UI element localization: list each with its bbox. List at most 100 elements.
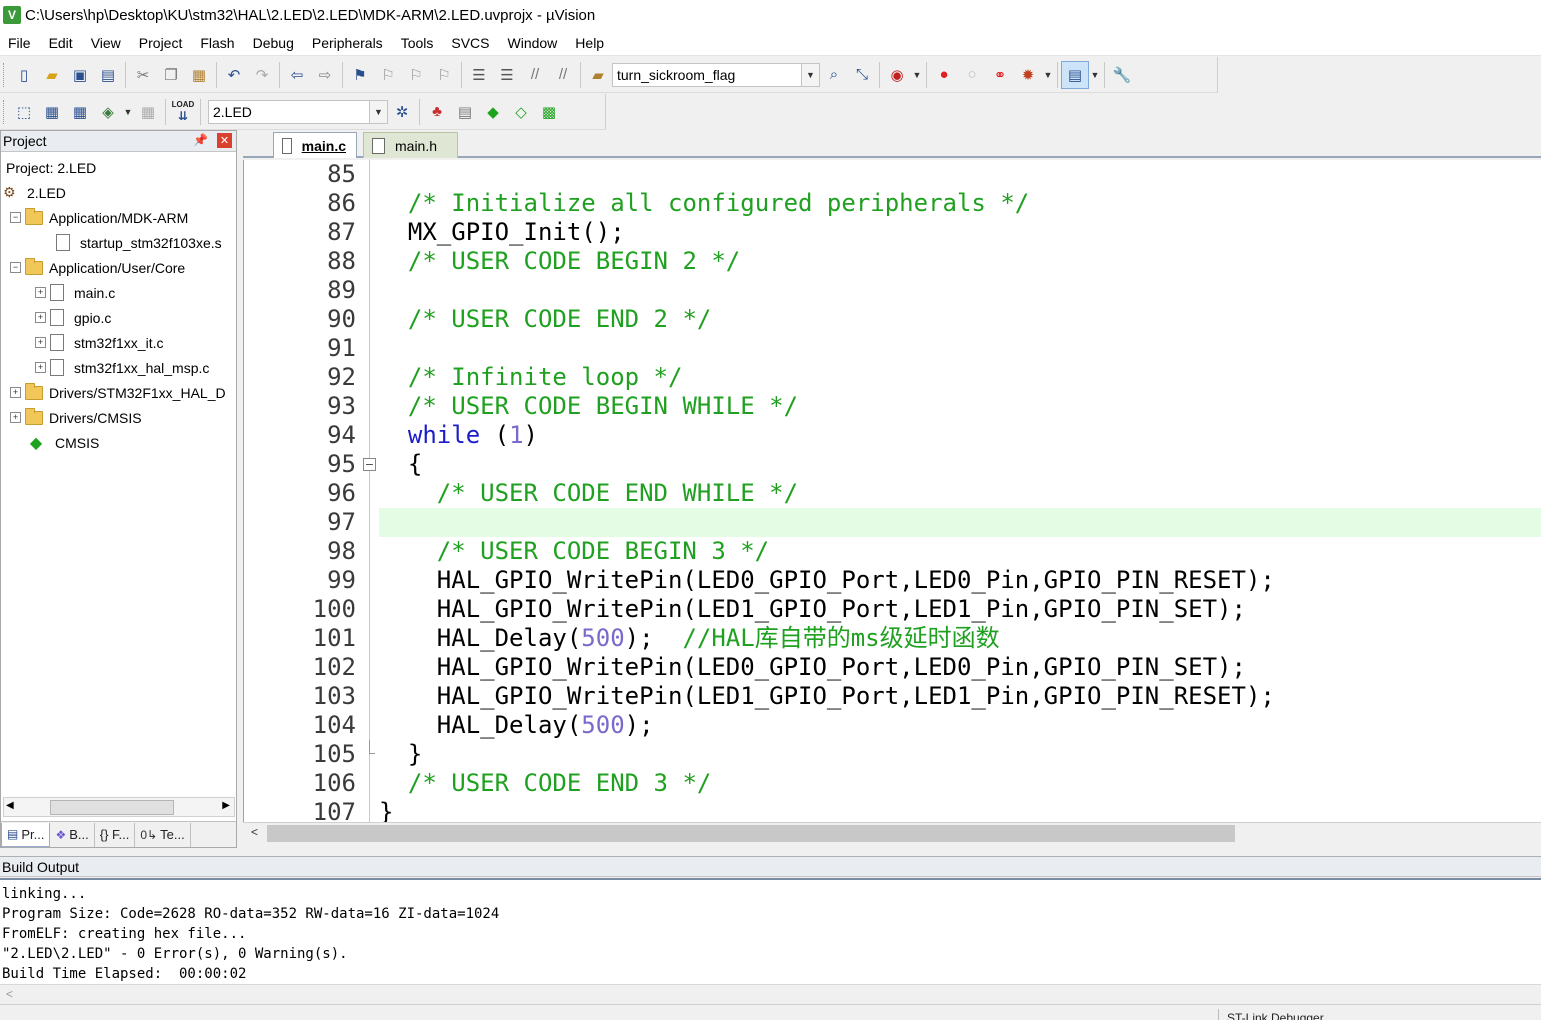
collapse-icon[interactable]: − (10, 212, 21, 223)
tree-item-component[interactable]: ◆ CMSIS (27, 430, 100, 455)
bookmark-icon[interactable]: ⚑ (346, 61, 374, 89)
menu-help[interactable]: Help (566, 35, 613, 51)
code-line[interactable]: 102 HAL_GPIO_WritePin(LED0_GPIO_Port,LED… (244, 653, 1541, 682)
tab-templates[interactable]: 0↳ Te... (135, 822, 191, 847)
tree-item-group[interactable]: − Application/MDK-ARM (10, 205, 188, 230)
tree-item-file[interactable]: startup_stm32f103xe.s (56, 230, 222, 255)
navigate-back-icon[interactable]: ⇦ (283, 61, 311, 89)
breakpoint-icon[interactable]: ● (930, 61, 958, 89)
code-line[interactable]: 99 HAL_GPIO_WritePin(LED0_GPIO_Port,LED0… (244, 566, 1541, 595)
code-line[interactable]: 105 } (244, 740, 1541, 769)
code-line[interactable]: 107} (244, 798, 1541, 822)
tab-functions[interactable]: {} F... (95, 822, 136, 847)
editor-horizontal-scrollbar[interactable]: < (243, 822, 1541, 844)
menu-tools[interactable]: Tools (392, 35, 443, 51)
prev-bookmark-icon[interactable]: ⚐ (374, 61, 402, 89)
project-horizontal-scrollbar[interactable]: ◀ ▶ (3, 797, 235, 817)
translate-icon[interactable]: ⬚ (10, 98, 38, 126)
scroll-left-icon[interactable]: < (251, 825, 258, 839)
toolbar-grip[interactable] (3, 99, 6, 124)
code-line[interactable]: 87 MX_GPIO_Init(); (244, 218, 1541, 247)
code-line[interactable]: 89 (244, 276, 1541, 305)
batch-build-icon[interactable]: ◈ (94, 98, 122, 126)
code-line[interactable]: 98 /* USER CODE BEGIN 3 */ (244, 537, 1541, 566)
menu-project[interactable]: Project (130, 35, 192, 51)
code-line[interactable]: 104 HAL_Delay(500); (244, 711, 1541, 740)
redo-icon[interactable]: ↷ (248, 61, 276, 89)
code-line[interactable]: 95− { (244, 450, 1541, 479)
manage-components-icon[interactable]: ▤ (451, 98, 479, 126)
fold-collapse-icon[interactable]: − (363, 458, 376, 471)
select-packs-icon[interactable]: ◇ (507, 98, 535, 126)
save-all-icon[interactable]: ▤ (94, 61, 122, 89)
code-line[interactable]: 90 /* USER CODE END 2 */ (244, 305, 1541, 334)
clear-bookmarks-icon[interactable]: ⚐ (430, 61, 458, 89)
paste-icon[interactable]: ▦ (185, 61, 213, 89)
target-combo[interactable]: 2.LED ▼ (208, 99, 388, 124)
scroll-right-icon[interactable]: ▶ (222, 800, 230, 811)
expand-icon[interactable]: + (10, 412, 21, 423)
tab-project[interactable]: ▤ Pr... (1, 822, 51, 847)
collapse-icon[interactable]: − (10, 262, 21, 273)
save-icon[interactable]: ▣ (66, 61, 94, 89)
code-line[interactable]: 86 /* Initialize all configured peripher… (244, 189, 1541, 218)
build-output-scrollbar[interactable]: < (0, 984, 1541, 1004)
file-extensions-icon[interactable]: ♣ (423, 98, 451, 126)
menu-debug[interactable]: Debug (244, 35, 303, 51)
code-line[interactable]: 96 /* USER CODE END WHILE */ (244, 479, 1541, 508)
chevron-down-icon[interactable]: ▼ (801, 63, 819, 86)
configure-icon[interactable]: 🔧 (1108, 61, 1136, 89)
find-in-files-icon[interactable]: ▰ (584, 61, 612, 89)
tree-item-file[interactable]: + gpio.c (35, 305, 111, 330)
menu-file[interactable]: File (0, 35, 40, 51)
rebuild-icon[interactable]: ▦ (66, 98, 94, 126)
stop-build-icon[interactable]: ▦ (134, 98, 162, 126)
close-icon[interactable]: ✕ (217, 133, 232, 148)
open-file-icon[interactable]: ▰ (38, 61, 66, 89)
code-line[interactable]: 92 /* Infinite loop */ (244, 363, 1541, 392)
scroll-left-icon[interactable]: ◀ (6, 800, 14, 811)
find-combo[interactable]: turn_sickroom_flag ▼ (612, 62, 820, 87)
expand-icon[interactable]: + (10, 387, 21, 398)
expand-icon[interactable]: + (35, 312, 46, 323)
expand-icon[interactable]: + (35, 362, 46, 373)
tree-item-group[interactable]: + Drivers/STM32F1xx_HAL_D (10, 380, 226, 405)
code-line[interactable]: 97 (244, 508, 1541, 537)
tab-books[interactable]: ❖ B... (50, 822, 95, 847)
expand-icon[interactable]: + (35, 287, 46, 298)
menu-flash[interactable]: Flash (191, 35, 243, 51)
next-bookmark-icon[interactable]: ⚐ (402, 61, 430, 89)
build-icon[interactable]: ▦ (38, 98, 66, 126)
window-layout-icon[interactable]: ▤ (1061, 60, 1089, 89)
pack-installer-icon[interactable]: ▩ (535, 98, 563, 126)
disable-breakpoint-icon[interactable]: ○ (958, 61, 986, 89)
new-file-icon[interactable]: ▯ (10, 61, 38, 89)
code-line[interactable]: 91 (244, 334, 1541, 363)
scroll-thumb[interactable] (267, 825, 1235, 842)
toolbar-grip[interactable] (3, 62, 6, 87)
copy-icon[interactable]: ❐ (157, 61, 185, 89)
pin-icon[interactable]: 📌 (193, 133, 208, 147)
undo-icon[interactable]: ↶ (220, 61, 248, 89)
menu-window[interactable]: Window (499, 35, 567, 51)
indent-icon[interactable]: ☰ (465, 61, 493, 89)
debug-dropdown-icon[interactable]: ▼ (911, 61, 923, 89)
disable-all-breakpoints-icon[interactable]: ⚭ (986, 61, 1014, 89)
editor-tab-main-c[interactable]: main.c (273, 132, 357, 158)
code-editor[interactable]: 85 86 /* Initialize all configured periph… (243, 160, 1541, 822)
project-root[interactable]: Project: 2.LED (6, 155, 96, 180)
tree-item-file[interactable]: + stm32f1xx_it.c (35, 330, 163, 355)
debug-session-icon[interactable]: ◉ (883, 61, 911, 89)
kill-breakpoints-icon[interactable]: ✹ (1014, 61, 1042, 89)
unindent-icon[interactable]: ☰ (493, 61, 521, 89)
navigate-forward-icon[interactable]: ⇨ (311, 61, 339, 89)
target-options-icon[interactable]: ✲ (388, 98, 416, 126)
cut-icon[interactable]: ✂ (129, 61, 157, 89)
chevron-down-icon[interactable]: ▼ (369, 100, 387, 123)
menu-edit[interactable]: Edit (40, 35, 82, 51)
editor-tab-main-h[interactable]: main.h (363, 132, 458, 158)
code-line[interactable]: 94 while (1) (244, 421, 1541, 450)
comment-icon[interactable]: // (521, 61, 549, 89)
code-line[interactable]: 106 /* USER CODE END 3 */ (244, 769, 1541, 798)
code-line[interactable]: 88 /* USER CODE BEGIN 2 */ (244, 247, 1541, 276)
